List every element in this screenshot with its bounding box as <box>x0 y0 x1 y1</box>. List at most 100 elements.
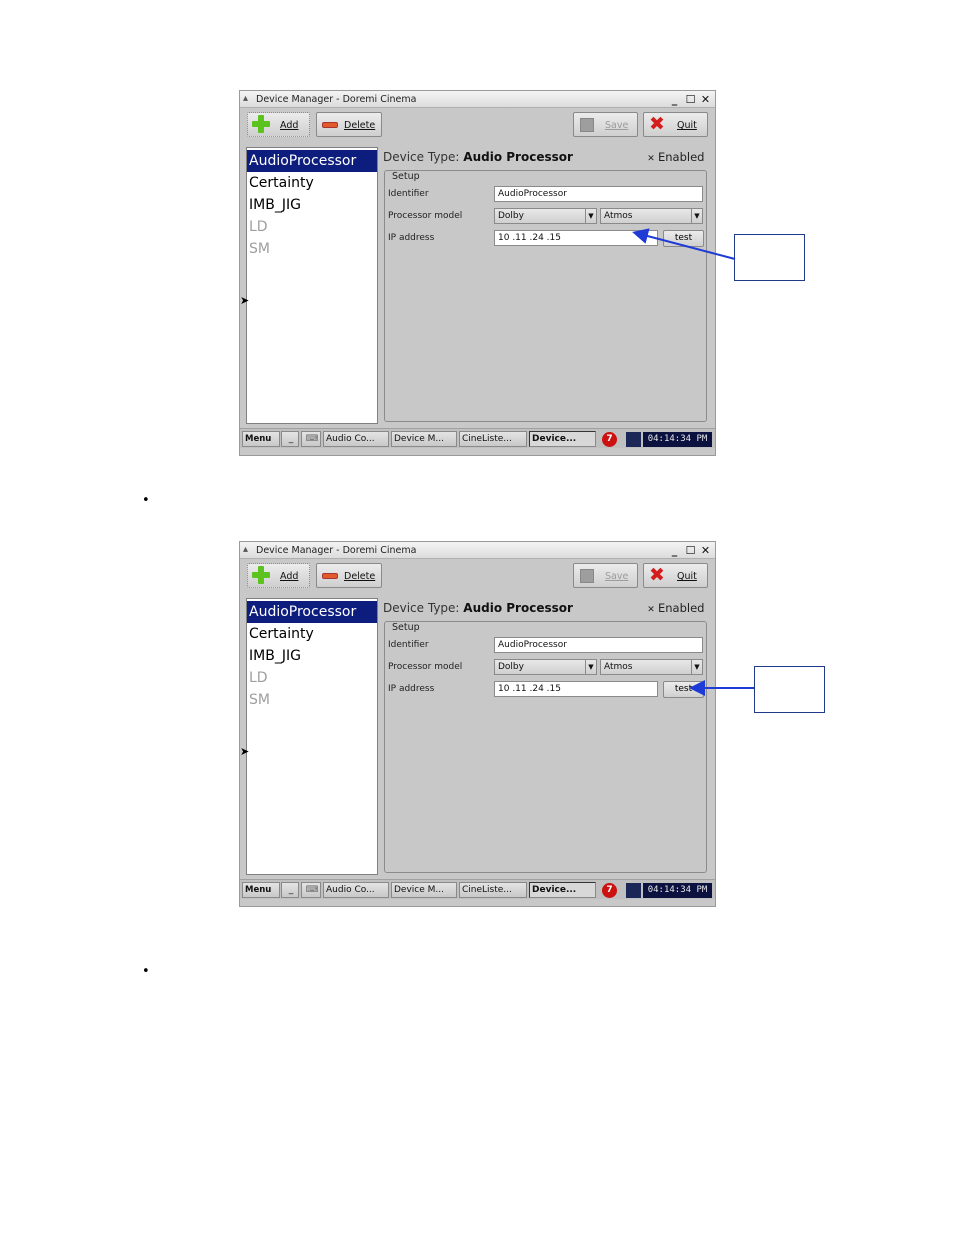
delete-label: Delete <box>344 120 376 131</box>
taskbar-item-device-manager[interactable]: Device M... <box>391 882 457 898</box>
setup-legend: Setup <box>390 171 422 182</box>
add-button[interactable]: Add <box>247 563 310 588</box>
device-list-item[interactable]: Certainty <box>247 623 377 645</box>
taskbar-item-device-manager[interactable]: Device M... <box>391 431 457 447</box>
delete-label: Delete <box>344 571 376 582</box>
quit-label: Quit <box>677 571 697 582</box>
save-icon <box>580 118 594 132</box>
ip-address-label: IP address <box>388 233 435 243</box>
processor-model-label: Processor model <box>388 211 463 221</box>
device-list[interactable]: AudioProcessor Certainty IMB_JIG LD SM <box>246 147 378 424</box>
taskbar-item-cinelister[interactable]: CineListe... <box>459 431 527 447</box>
device-type-label: Device Type: <box>383 150 460 164</box>
bullet-2: • <box>142 964 150 979</box>
quit-button[interactable]: ✖ Quit <box>643 563 708 588</box>
test-button[interactable]: test <box>663 230 704 247</box>
save-label: Save <box>605 571 629 582</box>
window-title: Device Manager - Doremi Cinema <box>256 94 417 105</box>
tray-icon[interactable] <box>626 883 641 898</box>
processor-submodel-select[interactable]: Atmos ▼ <box>600 659 703 675</box>
plus-icon <box>252 115 270 133</box>
identifier-input[interactable]: AudioProcessor <box>494 637 703 653</box>
device-list-item[interactable]: SM <box>247 238 377 260</box>
app-icon: ▴ <box>243 93 249 104</box>
taskbar-item-device-active[interactable]: Device... <box>529 882 596 898</box>
minimize-button[interactable]: _ <box>668 93 681 106</box>
taskbar-clock: 04:14:34 PM <box>643 883 712 898</box>
ip-address-input[interactable]: 10 .11 .24 .15 <box>494 681 658 697</box>
device-list-item[interactable]: AudioProcessor <box>247 601 377 623</box>
notification-badge[interactable]: 7 <box>602 432 617 447</box>
device-list-item[interactable]: IMB_JIG <box>247 194 377 216</box>
processor-submodel-value: Atmos <box>604 662 633 672</box>
enabled-label: Enabled <box>658 601 705 615</box>
enabled-checkbox[interactable]: ✕ Enabled <box>646 150 704 164</box>
title-bar: ▴ Device Manager - Doremi Cinema _ ☐ ✕ <box>240 91 715 108</box>
processor-submodel-select[interactable]: Atmos ▼ <box>600 208 703 224</box>
identifier-label: Identifier <box>388 189 429 199</box>
taskbar-item-audio[interactable]: Audio Co... <box>323 882 389 898</box>
chevron-down-icon: ▼ <box>691 660 702 674</box>
keyboard-icon[interactable]: ⌨ <box>301 431 321 447</box>
add-label: Add <box>280 571 299 582</box>
notification-badge[interactable]: 7 <box>602 883 617 898</box>
ip-address-input[interactable]: 10 .11 .24 .15 <box>494 230 658 246</box>
taskbar-item-audio[interactable]: Audio Co... <box>323 431 389 447</box>
close-button[interactable]: ✕ <box>699 544 712 557</box>
taskbar-menu-button[interactable]: Menu <box>242 882 280 898</box>
ip-address-label: IP address <box>388 684 435 694</box>
processor-model-value: Dolby <box>498 211 524 221</box>
enabled-checkbox[interactable]: ✕ Enabled <box>646 601 704 615</box>
chevron-down-icon: ▼ <box>585 660 596 674</box>
x-icon: ✖ <box>649 113 665 135</box>
keyboard-icon[interactable]: ⌨ <box>301 882 321 898</box>
maximize-button[interactable]: ☐ <box>684 544 697 557</box>
quit-button[interactable]: ✖ Quit <box>643 112 708 137</box>
taskbar-minimize-button[interactable]: _ <box>281 882 299 898</box>
chevron-down-icon: ▼ <box>585 209 596 223</box>
identifier-input[interactable]: AudioProcessor <box>494 186 703 202</box>
device-type-value: Audio Processor <box>463 150 573 164</box>
device-list-item[interactable]: Certainty <box>247 172 377 194</box>
minus-icon <box>322 122 338 128</box>
taskbar-item-device-active[interactable]: Device... <box>529 431 596 447</box>
delete-button[interactable]: Delete <box>316 112 382 137</box>
taskbar-menu-button[interactable]: Menu <box>242 431 280 447</box>
minimize-button[interactable]: _ <box>668 544 681 557</box>
device-list-item[interactable]: SM <box>247 689 377 711</box>
save-button[interactable]: Save <box>573 563 638 588</box>
screenshot-1: ▴ Device Manager - Doremi Cinema _ ☐ ✕ Add Del… <box>239 90 716 456</box>
taskbar-item-cinelister[interactable]: CineListe... <box>459 882 527 898</box>
device-type-label: Device Type: <box>383 601 460 615</box>
add-label: Add <box>280 120 299 131</box>
test-button[interactable]: test <box>663 681 704 698</box>
device-list-item[interactable]: AudioProcessor <box>247 150 377 172</box>
callout-box-1 <box>734 234 805 281</box>
device-type: Device Type: Audio Processor <box>383 601 573 615</box>
taskbar-clock: 04:14:34 PM <box>643 432 712 447</box>
device-list[interactable]: AudioProcessor Certainty IMB_JIG LD SM <box>246 598 378 875</box>
callout-box-2 <box>754 666 825 713</box>
processor-model-select[interactable]: Dolby ▼ <box>494 208 597 224</box>
delete-button[interactable]: Delete <box>316 563 382 588</box>
processor-model-label: Processor model <box>388 662 463 672</box>
close-button[interactable]: ✕ <box>699 93 712 106</box>
device-list-item[interactable]: LD <box>247 216 377 238</box>
add-button[interactable]: Add <box>247 112 310 137</box>
processor-submodel-value: Atmos <box>604 211 633 221</box>
save-button[interactable]: Save <box>573 112 638 137</box>
processor-model-select[interactable]: Dolby ▼ <box>494 659 597 675</box>
device-list-item[interactable]: LD <box>247 667 377 689</box>
save-icon <box>580 569 594 583</box>
bullet-1: • <box>142 493 150 508</box>
device-list-item[interactable]: IMB_JIG <box>247 645 377 667</box>
chevron-down-icon: ▼ <box>691 209 702 223</box>
taskbar: Menu _ ⌨ Audio Co... Device M... CineListe...… <box>240 879 715 899</box>
window-title: Device Manager - Doremi Cinema <box>256 545 417 556</box>
tray-icon[interactable] <box>626 432 641 447</box>
taskbar-minimize-button[interactable]: _ <box>281 431 299 447</box>
device-type: Device Type: Audio Processor <box>383 150 573 164</box>
maximize-button[interactable]: ☐ <box>684 93 697 106</box>
app-icon: ▴ <box>243 544 249 555</box>
identifier-label: Identifier <box>388 640 429 650</box>
